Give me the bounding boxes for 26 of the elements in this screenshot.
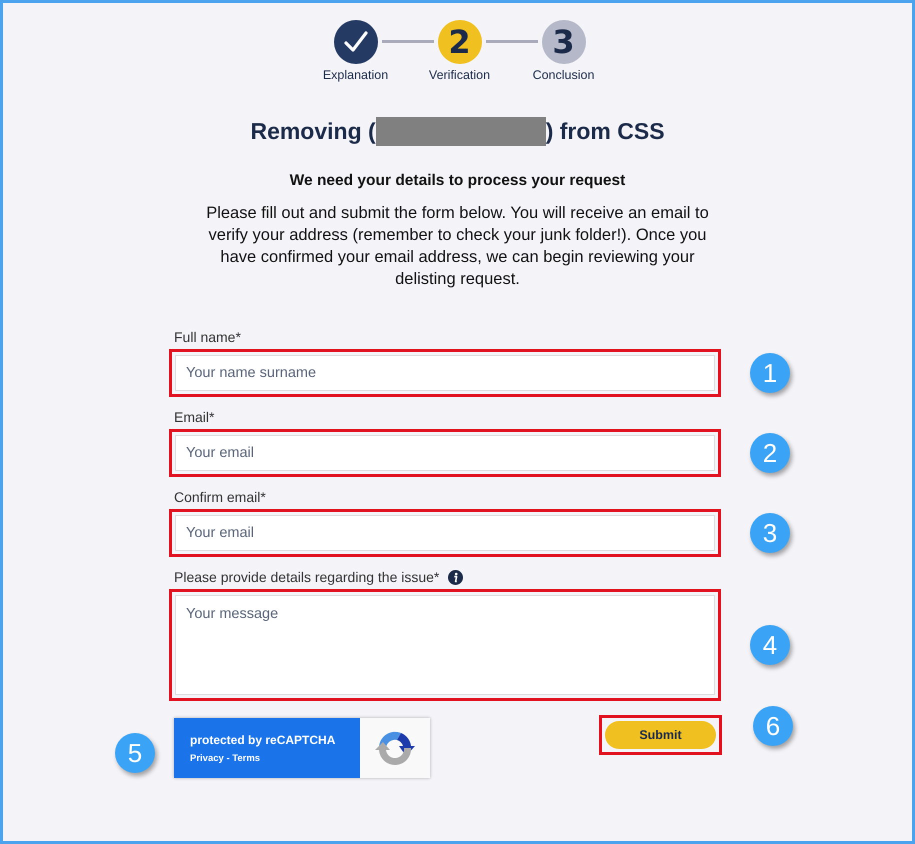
callout-number: 2 [750,433,790,473]
captcha-links[interactable]: Privacy - Terms [190,752,360,764]
captcha-text: protected by reCAPTCHA [190,732,336,746]
info-icon[interactable] [448,570,464,584]
page-title: Removing ( [250,118,376,144]
callout-number: 4 [750,625,790,665]
form-subtitle: We need your details to process your request [288,172,626,190]
callout-number: 6 [753,706,793,746]
step-number: 3 [542,20,586,64]
callout-number: 5 [115,733,155,773]
field-label: Full name* [174,329,241,345]
step-number: 2 [438,20,482,64]
field-label: Confirm email* [174,489,266,505]
callout-number: 1 [750,353,790,393]
message-field[interactable]: Your message [175,595,715,695]
field-label: Please provide details regarding the issue* [174,569,440,585]
input-field[interactable]: Your name surname [175,355,715,391]
intro-paragraph: Please fill out and submit the form below. You will receive an email to verify your address (remember to check your junk folder!). Once you have confirmed your email address, we can begin reviewing your delisting request. [205,203,710,290]
callout-number: 3 [750,513,790,553]
submit-button[interactable]: Submit [605,721,716,749]
step-label: Verification [428,68,490,82]
step-label: Explanation [322,68,388,82]
field-label: Email* [174,409,214,425]
step-label: Conclusion [532,68,594,82]
input-field[interactable]: Your email [175,435,715,471]
input-field[interactable]: Your email [175,515,715,551]
